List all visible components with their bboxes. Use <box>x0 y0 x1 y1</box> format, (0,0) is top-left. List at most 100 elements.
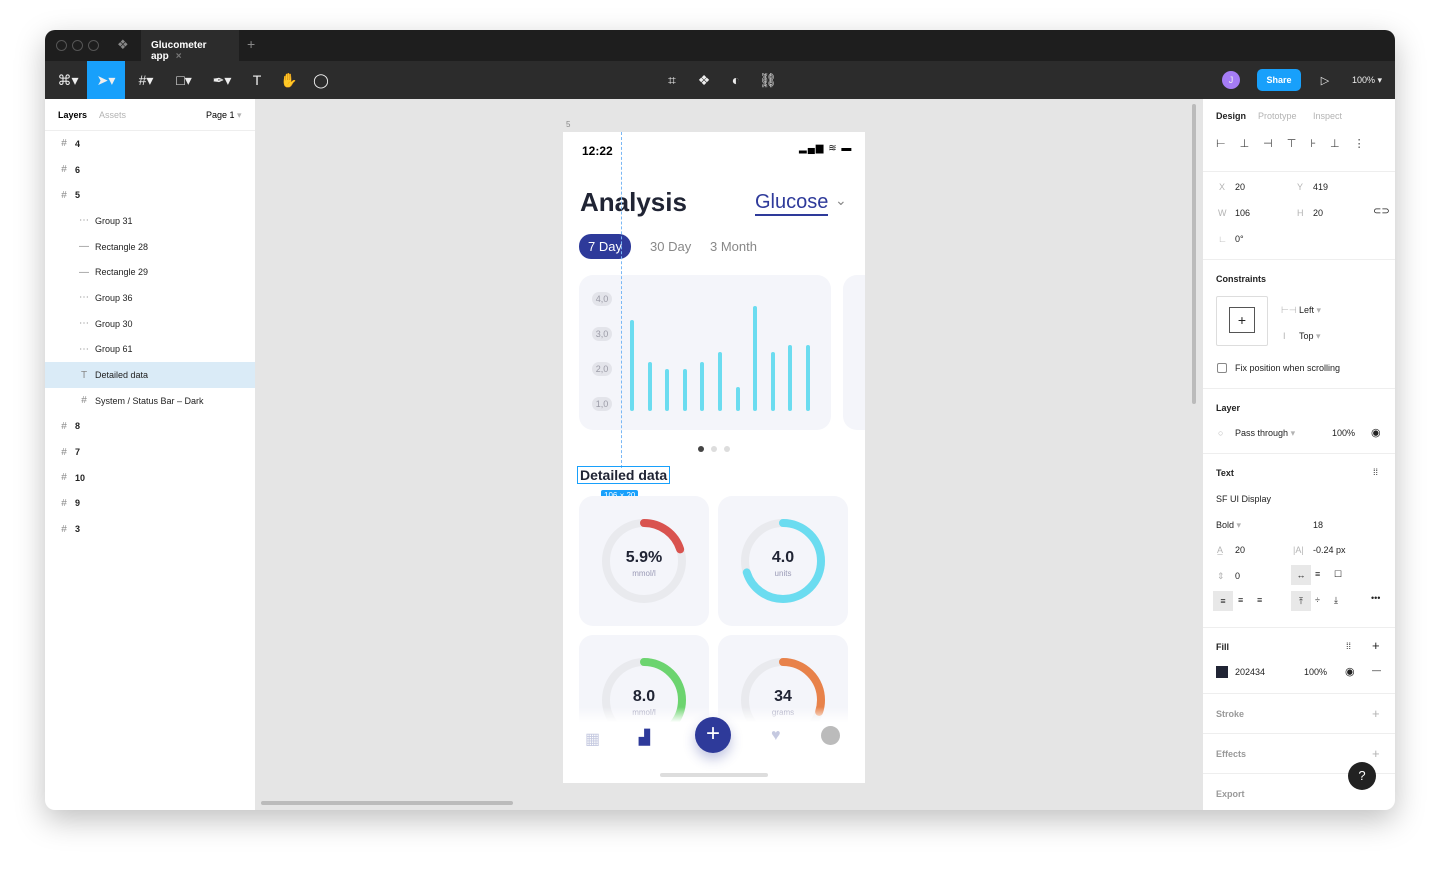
comment-tool-icon[interactable]: ◯ <box>309 61 333 99</box>
present-icon[interactable]: ▷ <box>1315 61 1335 99</box>
layer-item[interactable]: #6 <box>45 157 255 183</box>
share-button[interactable]: Share <box>1257 61 1301 99</box>
profile-avatar[interactable] <box>821 726 840 745</box>
figma-logo-icon[interactable]: ❖ <box>117 37 129 53</box>
zoom-window-button[interactable] <box>88 40 99 51</box>
fix-position-checkbox[interactable] <box>1217 363 1227 373</box>
pen-tool-icon[interactable]: ✒▾ <box>207 61 237 99</box>
tab-layers[interactable]: Layers <box>58 110 87 120</box>
create-component-icon[interactable]: ❖ <box>693 61 715 99</box>
section-title-selected[interactable]: Detailed data <box>576 466 671 484</box>
fixed-size-icon[interactable]: ☐ <box>1334 569 1342 580</box>
component-icon[interactable]: ⌗ <box>661 61 683 99</box>
constraints-widget[interactable]: + <box>1216 296 1268 346</box>
layer-item[interactable]: #10 <box>45 465 255 491</box>
blend-mode-dropdown[interactable]: Pass through ▾ <box>1235 428 1295 439</box>
hand-tool-icon[interactable]: ✋ <box>277 61 301 99</box>
avatar[interactable]: J <box>1221 61 1241 99</box>
align-center-icon[interactable]: ≡ <box>1238 595 1243 605</box>
align-right-icon[interactable]: ≡ <box>1257 595 1262 605</box>
link-icon[interactable]: ⛓ <box>757 61 779 99</box>
dashboard-icon[interactable]: ▦ <box>585 729 600 749</box>
align-top-icon[interactable]: ⤒ <box>1291 591 1311 611</box>
layer-item[interactable]: — Rectangle 28 <box>45 234 255 260</box>
shape-tool-icon[interactable]: □▾ <box>169 61 199 99</box>
phone-frame[interactable]: 12:22 ▂▄▆ ≋ ▬ Analysis Glucose ⌄ 7 Day 3… <box>563 132 865 783</box>
fill-eye-icon[interactable]: ◉ <box>1345 665 1355 678</box>
move-tool-icon[interactable]: ➤▾ <box>87 61 125 99</box>
horizontal-scrollbar[interactable] <box>261 801 513 805</box>
y-field[interactable]: 419 <box>1313 182 1328 192</box>
text-tool-icon[interactable]: T <box>245 61 269 99</box>
align-bottom-icon[interactable]: ⤓ <box>1334 595 1338 606</box>
align-icons[interactable]: ⊢⊥⊣⊤⊦⊥⋮ <box>1216 137 1379 150</box>
chart-icon[interactable]: ▟ <box>639 729 650 746</box>
layer-item[interactable]: — Rectangle 29 <box>45 259 255 285</box>
layer-item[interactable]: #7 <box>45 439 255 465</box>
line-height-field[interactable]: 20 <box>1235 545 1245 555</box>
range-30day[interactable]: 30 Day <box>650 239 691 254</box>
layer-item[interactable]: #8 <box>45 414 255 440</box>
tab-assets[interactable]: Assets <box>99 110 126 120</box>
tab-glucometer[interactable]: Glucometer app × <box>141 30 239 62</box>
new-tab-icon[interactable]: + <box>247 36 255 52</box>
chevron-down-icon[interactable]: ⌄ <box>835 192 847 209</box>
constrain-proportions-icon[interactable]: ⊂⊃ <box>1373 206 1390 217</box>
more-options-icon[interactable]: ••• <box>1371 593 1380 603</box>
mask-icon[interactable]: ◐ <box>725 61 747 99</box>
layer-item[interactable]: #9 <box>45 491 255 517</box>
page-dot[interactable] <box>711 446 717 452</box>
font-size-field[interactable]: 18 <box>1313 520 1323 530</box>
close-window-button[interactable] <box>56 40 67 51</box>
eye-icon[interactable]: ◉ <box>1371 426 1381 439</box>
x-field[interactable]: 20 <box>1235 182 1245 192</box>
align-middle-icon[interactable]: ÷ <box>1315 595 1320 605</box>
align-left-icon[interactable]: ≡ <box>1213 591 1233 611</box>
metric-card[interactable]: 4.0 units <box>718 496 848 626</box>
auto-height-icon[interactable]: ≡ <box>1315 569 1320 579</box>
fill-hex-field[interactable]: 202434 <box>1235 667 1265 677</box>
range-7day[interactable]: 7 Day <box>579 234 631 259</box>
tab-prototype[interactable]: Prototype <box>1258 111 1297 121</box>
letter-spacing-field[interactable]: -0.24 px <box>1313 545 1346 555</box>
width-field[interactable]: 106 <box>1235 208 1250 218</box>
layer-item[interactable]: #4 <box>45 131 255 157</box>
add-fill-icon[interactable]: + <box>1372 638 1380 653</box>
vertical-constraint[interactable]: Top ▾ <box>1299 331 1321 342</box>
metric-card[interactable]: 5.9% mmol/l <box>579 496 709 626</box>
add-effect-icon[interactable]: + <box>1372 746 1380 761</box>
fill-swatch[interactable] <box>1216 666 1228 678</box>
add-button[interactable]: + <box>695 717 731 753</box>
layer-item[interactable]: # System / Status Bar – Dark <box>45 388 255 414</box>
frame-tool-icon[interactable]: #▾ <box>131 61 161 99</box>
help-button[interactable]: ? <box>1348 762 1376 790</box>
range-3month[interactable]: 3 Month <box>710 239 757 254</box>
metric-dropdown[interactable]: Glucose <box>755 191 829 216</box>
page-dot-active[interactable] <box>698 446 704 452</box>
font-weight-dropdown[interactable]: Bold ▾ <box>1216 520 1241 531</box>
remove-fill-icon[interactable]: — <box>1372 665 1381 675</box>
paragraph-spacing-field[interactable]: 0 <box>1235 571 1240 581</box>
layer-item[interactable]: ⋯ Group 31 <box>45 208 255 234</box>
page-selector[interactable]: Page 1 ▾ <box>206 110 242 121</box>
layer-item[interactable]: #5 <box>45 182 255 208</box>
zoom-dropdown[interactable]: 100% ▾ <box>1347 61 1387 99</box>
page-dot[interactable] <box>724 446 730 452</box>
fill-opacity-field[interactable]: 100% <box>1304 667 1327 677</box>
height-field[interactable]: 20 <box>1313 208 1323 218</box>
minimize-window-button[interactable] <box>72 40 83 51</box>
heart-icon[interactable]: ♥ <box>771 727 781 745</box>
layer-item[interactable]: T Detailed data <box>45 362 255 388</box>
tab-design[interactable]: Design <box>1216 111 1246 121</box>
layer-item[interactable]: ⋯ Group 30 <box>45 311 255 337</box>
rotation-field[interactable]: 0° <box>1235 234 1244 244</box>
font-family-dropdown[interactable]: SF UI Display <box>1216 494 1271 504</box>
tab-inspect[interactable]: Inspect <box>1313 111 1342 121</box>
layer-opacity[interactable]: 100% <box>1332 428 1355 438</box>
main-menu-icon[interactable]: ⌘▾ <box>53 61 83 99</box>
auto-width-icon[interactable]: ↔ <box>1291 565 1311 585</box>
layer-item[interactable]: ⋯ Group 61 <box>45 337 255 363</box>
vertical-scrollbar[interactable] <box>1192 104 1196 404</box>
layer-item[interactable]: ⋯ Group 36 <box>45 285 255 311</box>
add-stroke-icon[interactable]: + <box>1372 706 1380 721</box>
